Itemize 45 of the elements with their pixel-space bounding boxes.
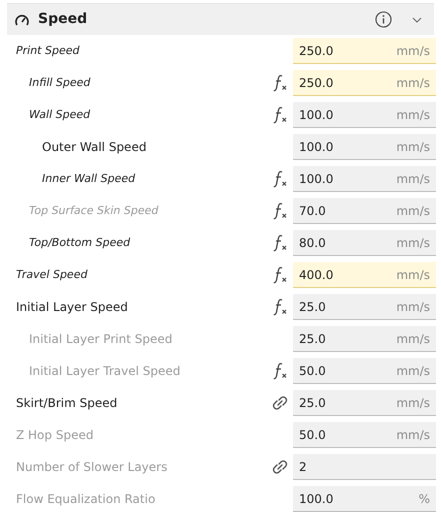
chevron-icon[interactable] [412,16,422,22]
setting-label: Wall Speed [29,106,92,123]
input-field[interactable]: 400.0 mm/s [293,262,436,288]
link-icon[interactable] [271,394,289,412]
section-title: Speed [38,10,88,29]
input-field[interactable]: 50.0 mm/s [293,422,436,448]
function-icon[interactable] [273,170,287,188]
setting-label: Print Speed [16,42,80,59]
input-field[interactable]: 100.0 mm/s [293,166,436,192]
function-icon[interactable] [273,202,287,220]
setting-label: Outer Wall Speed [42,139,148,156]
input-field[interactable]: 50.0 mm/s [293,358,436,384]
function-icon[interactable] [273,362,287,380]
function-icon[interactable] [273,106,287,124]
setting-label: Z Hop Speed [16,427,94,444]
input-field[interactable]: 25.0 mm/s [293,390,436,416]
input-field[interactable]: 100.0 mm/s [293,102,436,128]
setting-label: Travel Speed [16,266,88,283]
input-field[interactable]: 250.0 mm/s [293,38,436,64]
setting-label: Flow Equalization Ratio [16,491,156,508]
setting-label: Top/Bottom Speed [29,234,132,251]
section-header[interactable]: Speed [7,4,434,35]
input-field[interactable]: 25.0 mm/s [293,294,436,320]
setting-label: Infill Speed [29,74,92,91]
input-field[interactable]: 70.0 mm/s [293,198,436,224]
input-field[interactable]: 100.0 % [293,486,436,512]
setting-label: Initial Layer Speed [16,299,129,316]
setting-label: Number of Slower Layers [16,459,168,476]
function-icon[interactable] [273,74,287,92]
function-icon[interactable] [273,234,287,252]
input-field[interactable]: 25.0 mm/s [293,326,436,352]
setting-label: Initial Layer Print Speed [29,331,174,348]
input-field[interactable]: 100.0 mm/s [293,134,436,160]
input-field[interactable]: 250.0 mm/s [293,70,436,96]
link-icon[interactable] [271,458,289,476]
setting-label: Skirt/Brim Speed [16,395,118,412]
setting-label: Top Surface Skin Speed [29,202,160,219]
input-field[interactable]: 80.0 mm/s [293,230,436,256]
function-icon[interactable] [273,298,287,316]
info-icon[interactable] [375,11,392,28]
function-icon[interactable] [273,266,287,284]
gauge-icon [14,12,30,26]
setting-label: Inner Wall Speed [42,170,136,187]
input-field[interactable]: 2 [293,454,436,480]
setting-label: Initial Layer Travel Speed [29,363,182,380]
